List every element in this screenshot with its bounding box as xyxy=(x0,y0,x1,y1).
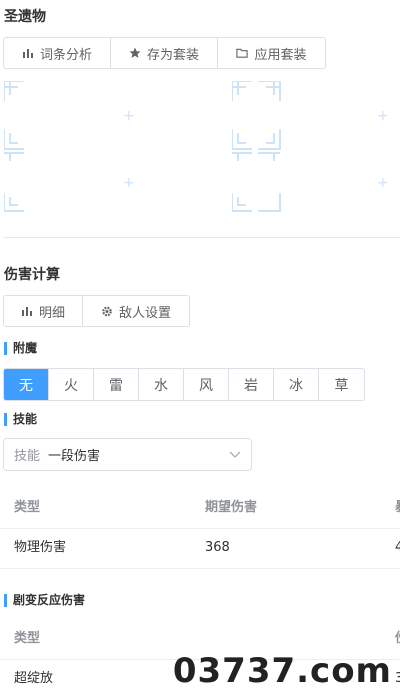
detail-label: 明细 xyxy=(38,305,65,321)
row-expected: 368 xyxy=(205,540,230,555)
element-hydro[interactable]: 水 xyxy=(139,369,184,400)
element-dendro[interactable]: 草 xyxy=(319,369,364,400)
header-crit: 暴 xyxy=(395,488,400,528)
skill-select-prefix: 技能 xyxy=(14,449,41,464)
stat-analysis-button[interactable]: 词条分析 xyxy=(4,38,111,68)
element-pyro[interactable]: 火 xyxy=(49,369,94,400)
enemy-settings-label: 敌人设置 xyxy=(118,305,171,321)
gear-icon xyxy=(101,305,113,317)
artifact-slot[interactable] xyxy=(232,148,336,208)
element-selector: 无 火 雷 水 风 岩 冰 草 xyxy=(3,368,365,401)
artifact-slot[interactable] xyxy=(4,148,108,208)
row-crit: 4 xyxy=(395,540,400,555)
header-expected: 期望伤害 xyxy=(205,500,258,515)
save-set-label: 存为套装 xyxy=(146,47,199,63)
header-type: 类型 xyxy=(14,500,41,515)
element-geo[interactable]: 岩 xyxy=(229,369,274,400)
svg-text:+: + xyxy=(123,175,135,191)
artifact-slot[interactable]: + + xyxy=(4,81,135,212)
element-cryo[interactable]: 冰 xyxy=(274,369,319,400)
apply-set-label: 应用套装 xyxy=(254,47,307,63)
skill-select[interactable]: 技能 一段伤害 xyxy=(3,438,252,471)
table-row: 物理伤害 368 4 xyxy=(0,528,400,569)
star-icon xyxy=(129,47,141,59)
detail-button[interactable]: 明细 xyxy=(4,296,83,326)
chevron-down-icon xyxy=(229,448,241,464)
skill-select-value: 一段伤害 xyxy=(48,449,101,464)
section-divider xyxy=(4,237,400,238)
damage-table-header: 类型 期望伤害 暴 xyxy=(0,488,400,529)
svg-text:+: + xyxy=(377,108,389,124)
element-electro[interactable]: 雷 xyxy=(94,369,139,400)
infusion-title: 附魔 xyxy=(4,342,37,355)
damage-title: 伤害计算 xyxy=(4,267,60,283)
bar-chart-icon xyxy=(21,305,33,317)
row-type: 物理伤害 xyxy=(14,540,67,555)
bar-chart-icon xyxy=(22,47,34,59)
element-none[interactable]: 无 xyxy=(4,369,49,400)
svg-text:+: + xyxy=(123,108,135,124)
artifacts-title: 圣遗物 xyxy=(4,9,46,25)
reaction-header-damage: 伤 xyxy=(395,619,400,659)
skill-title: 技能 xyxy=(4,413,37,426)
artifact-button-group: 词条分析 存为套装 应用套装 xyxy=(3,37,326,69)
reaction-row-value: 3 xyxy=(395,671,400,686)
watermark: 03737.com xyxy=(172,651,392,691)
svg-text:+: + xyxy=(377,175,389,191)
reaction-title: 剧变反应伤害 xyxy=(4,594,85,607)
folder-icon xyxy=(236,47,249,59)
reaction-row-type: 超绽放 xyxy=(14,671,54,686)
reaction-header-type: 类型 xyxy=(14,631,41,646)
enemy-settings-button[interactable]: 敌人设置 xyxy=(83,296,189,326)
stat-analysis-label: 词条分析 xyxy=(39,47,92,63)
apply-set-button[interactable]: 应用套装 xyxy=(218,38,325,68)
element-anemo[interactable]: 风 xyxy=(184,369,229,400)
save-set-button[interactable]: 存为套装 xyxy=(111,38,218,68)
artifact-slot[interactable]: + + xyxy=(232,81,389,212)
damage-button-group: 明细 敌人设置 xyxy=(3,295,190,327)
